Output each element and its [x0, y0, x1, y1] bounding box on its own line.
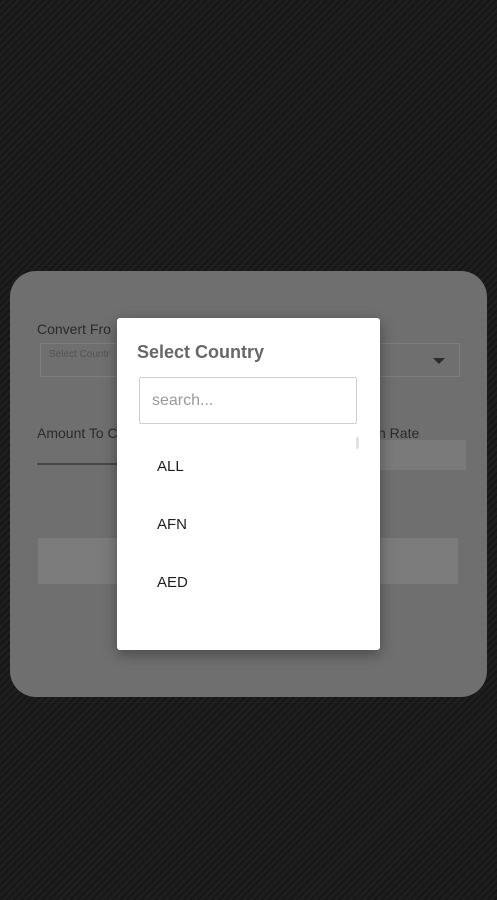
- list-item-all[interactable]: ALL: [117, 438, 380, 496]
- amount-label: Amount To C: [37, 425, 118, 441]
- caret-down-icon: [433, 358, 445, 364]
- list-item-afn[interactable]: AFN: [117, 496, 380, 554]
- list-item-aed[interactable]: AED: [117, 554, 380, 612]
- select-country-dialog: Select Country ALL AFN AED: [117, 318, 380, 650]
- country-list: ALL AFN AED: [117, 438, 380, 612]
- convert-from-label: Convert Fro: [37, 321, 111, 337]
- search-input[interactable]: [139, 377, 357, 424]
- convert-from-placeholder: Select Countr: [49, 349, 110, 360]
- rate-field[interactable]: [376, 440, 466, 470]
- rate-label: n Rate: [378, 425, 420, 441]
- dialog-title: Select Country: [137, 342, 265, 362]
